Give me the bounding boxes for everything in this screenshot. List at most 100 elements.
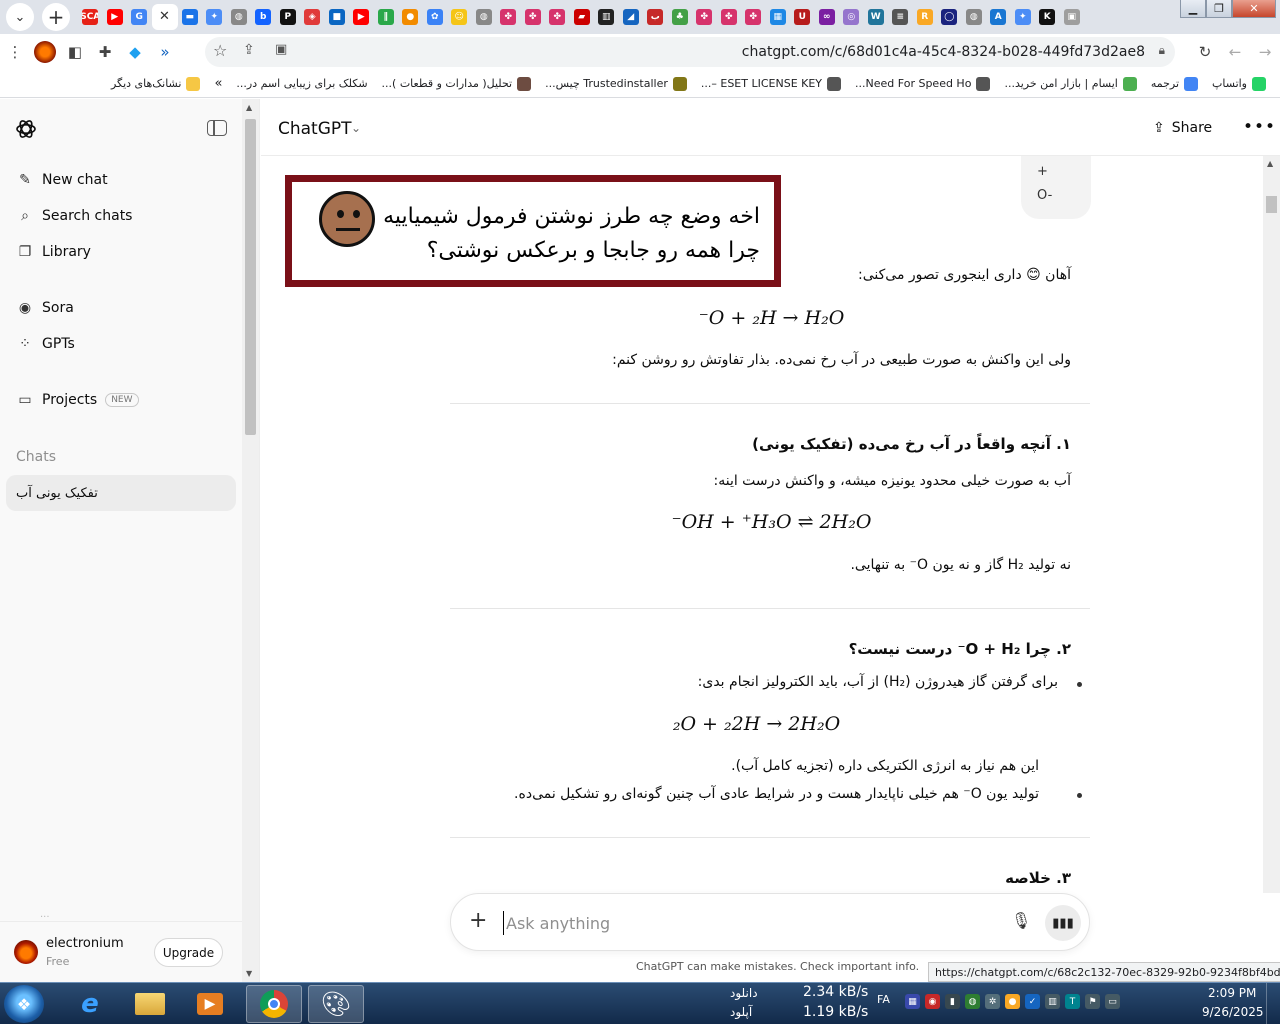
- browser-tab[interactable]: ∥: [374, 4, 399, 30]
- tray-equalizer-icon[interactable]: ▥: [1045, 994, 1060, 1009]
- tray-grid-icon[interactable]: ▦: [905, 994, 920, 1009]
- close-icon[interactable]: ✕: [157, 9, 173, 25]
- toggle-sidebar-icon[interactable]: [207, 120, 227, 136]
- avatar[interactable]: [14, 940, 38, 964]
- url-text[interactable]: chatgpt.com/c/68d01c4a-45c4-8324-b028-44…: [742, 44, 1145, 60]
- bookmark-item[interactable]: ایسام | بازار امن خرید...: [1004, 76, 1137, 91]
- bookmarks-overflow-icon[interactable]: »: [214, 76, 222, 91]
- extensions-puzzle-icon[interactable]: ✚: [90, 37, 120, 67]
- prompt-input[interactable]: [503, 911, 943, 935]
- side-panel-icon[interactable]: ◧: [60, 37, 90, 67]
- username[interactable]: electronium: [46, 936, 124, 951]
- bookmark-item[interactable]: تحلیل( مدارات و قطعات )...: [382, 76, 532, 91]
- browser-tab[interactable]: ✤: [521, 4, 546, 30]
- browser-tab[interactable]: ▬: [178, 4, 203, 30]
- minimize-button[interactable]: ▁: [1180, 0, 1206, 18]
- address-bar[interactable]: ☆ ⇪ ▣ chatgpt.com/c/68d01c4a-45c4-8324-b…: [205, 37, 1175, 67]
- clock-date[interactable]: 9/26/2025: [1202, 1005, 1264, 1019]
- main-scrollbar[interactable]: ▲: [1263, 156, 1280, 893]
- browser-tab[interactable]: ▦: [766, 4, 791, 30]
- tray-network-icon[interactable]: ▭: [1105, 994, 1120, 1009]
- bookmark-item[interactable]: شکلک برای زیبایی اسم در...: [236, 77, 367, 90]
- browser-tab[interactable]: ●: [398, 4, 423, 30]
- browser-tab[interactable]: ♣: [668, 4, 693, 30]
- chrome-taskbar-icon[interactable]: [246, 985, 302, 1023]
- scroll-up-icon[interactable]: ▲: [246, 103, 252, 112]
- bookmark-item[interactable]: ترجمه: [1151, 76, 1199, 91]
- new-tab-button[interactable]: +: [42, 3, 70, 31]
- tray-t-icon[interactable]: T: [1065, 994, 1080, 1009]
- browser-tab[interactable]: ✤: [741, 4, 766, 30]
- attach-plus-icon[interactable]: +: [469, 908, 487, 933]
- browser-tab[interactable]: A: [986, 4, 1011, 30]
- chat-item-active[interactable]: تفکیک یونی آب: [6, 475, 236, 511]
- tab-active[interactable]: ✕: [151, 4, 178, 30]
- upgrade-button[interactable]: Upgrade: [154, 938, 223, 967]
- browser-tab[interactable]: ∞: [815, 4, 840, 30]
- chevron-down-icon[interactable]: ⌄: [351, 121, 361, 135]
- browser-tab[interactable]: R: [913, 4, 938, 30]
- browser-tab[interactable]: ▥: [594, 4, 619, 30]
- tray-app-icon[interactable]: ◉: [925, 994, 940, 1009]
- profile-avatar[interactable]: [30, 37, 60, 67]
- browser-tab[interactable]: K: [1035, 4, 1060, 30]
- browser-tab[interactable]: ◈: [300, 4, 325, 30]
- tray-warning-icon[interactable]: ●: [1005, 994, 1020, 1009]
- browser-tab[interactable]: SCA: [78, 4, 103, 30]
- tray-usb-icon[interactable]: ▮: [945, 994, 960, 1009]
- lock-icon[interactable]: 🔒︎: [1159, 43, 1165, 58]
- maximize-button[interactable]: ❐: [1206, 0, 1232, 18]
- bookmark-item[interactable]: Need For Speed Ho...: [855, 76, 991, 91]
- extension-arrows-icon[interactable]: »: [150, 37, 180, 67]
- sidebar-item-library[interactable]: ❐ Library: [6, 235, 236, 269]
- sidebar-item-new-chat[interactable]: ✎ New chat: [6, 163, 236, 197]
- sidebar-scrollbar[interactable]: ▲ ▼: [242, 99, 259, 982]
- sidebar-item-gpts[interactable]: ⁘ GPTs: [6, 327, 236, 361]
- meme-image[interactable]: اخه وضع چه طرز نوشتن فرمول شیمیاییه چرا …: [285, 175, 781, 287]
- share-button[interactable]: ⇪ Share: [1153, 120, 1212, 136]
- tray-shield-icon[interactable]: ✓: [1025, 994, 1040, 1009]
- reload-icon[interactable]: ↻: [1190, 37, 1220, 67]
- cast-icon[interactable]: ▣: [275, 42, 287, 57]
- browser-tab[interactable]: ▣: [1060, 4, 1085, 30]
- sidebar-item-search-chats[interactable]: ⌕ Search chats: [6, 199, 236, 233]
- browser-tab[interactable]: ◍: [227, 4, 252, 30]
- browser-tab[interactable]: b: [251, 4, 276, 30]
- extension-diamond-icon[interactable]: ◆: [120, 37, 150, 67]
- browser-tab[interactable]: P: [276, 4, 301, 30]
- menu-icon[interactable]: ⋮: [0, 37, 30, 67]
- more-options-button[interactable]: •••: [1243, 117, 1276, 137]
- sidebar-item-projects[interactable]: ▭ Projects NEW: [6, 383, 236, 417]
- show-desktop-button[interactable]: [1266, 983, 1280, 1024]
- tray-globe-icon[interactable]: ◍: [965, 994, 980, 1009]
- bookmark-item[interactable]: واتساپ: [1212, 76, 1266, 91]
- browser-tab[interactable]: U: [790, 4, 815, 30]
- browser-tab[interactable]: G: [127, 4, 152, 30]
- internet-explorer-icon[interactable]: e: [62, 985, 118, 1023]
- microphone-icon[interactable]: 🎙︎: [1011, 911, 1031, 930]
- bookmark-item[interactable]: نشانک‌های دیگر: [111, 76, 201, 91]
- browser-tab[interactable]: ◢: [619, 4, 644, 30]
- scrollbar-thumb[interactable]: [1266, 196, 1277, 213]
- file-explorer-icon[interactable]: [122, 985, 178, 1023]
- browser-tab[interactable]: ◍: [472, 4, 497, 30]
- back-arrow-icon[interactable]: ←: [1220, 37, 1250, 67]
- forward-arrow-icon[interactable]: →: [1250, 37, 1280, 67]
- voice-mode-button[interactable]: ▮▮▮: [1045, 905, 1081, 941]
- start-button[interactable]: ❖: [4, 985, 44, 1023]
- media-player-icon[interactable]: ▶: [182, 985, 238, 1023]
- browser-tab[interactable]: ▶: [349, 4, 374, 30]
- share-page-icon[interactable]: ⇪: [243, 42, 255, 58]
- browser-tab[interactable]: ✦: [1011, 4, 1036, 30]
- tray-tool-icon[interactable]: ✲: [985, 994, 1000, 1009]
- tray-flag-icon[interactable]: ⚑: [1085, 994, 1100, 1009]
- browser-tab[interactable]: ✤: [717, 4, 742, 30]
- scroll-up-icon[interactable]: ▲: [1267, 159, 1273, 168]
- bookmark-item[interactable]: Trustedinstaller چیس...: [545, 76, 687, 91]
- bookmark-item[interactable]: ESET LICENSE KEY –...: [701, 76, 842, 91]
- browser-tab[interactable]: ▶: [103, 4, 128, 30]
- browser-tab[interactable]: ◎: [839, 4, 864, 30]
- scrollbar-thumb[interactable]: [245, 119, 256, 435]
- browser-tab[interactable]: ☺: [447, 4, 472, 30]
- browser-tab[interactable]: ب: [643, 4, 668, 30]
